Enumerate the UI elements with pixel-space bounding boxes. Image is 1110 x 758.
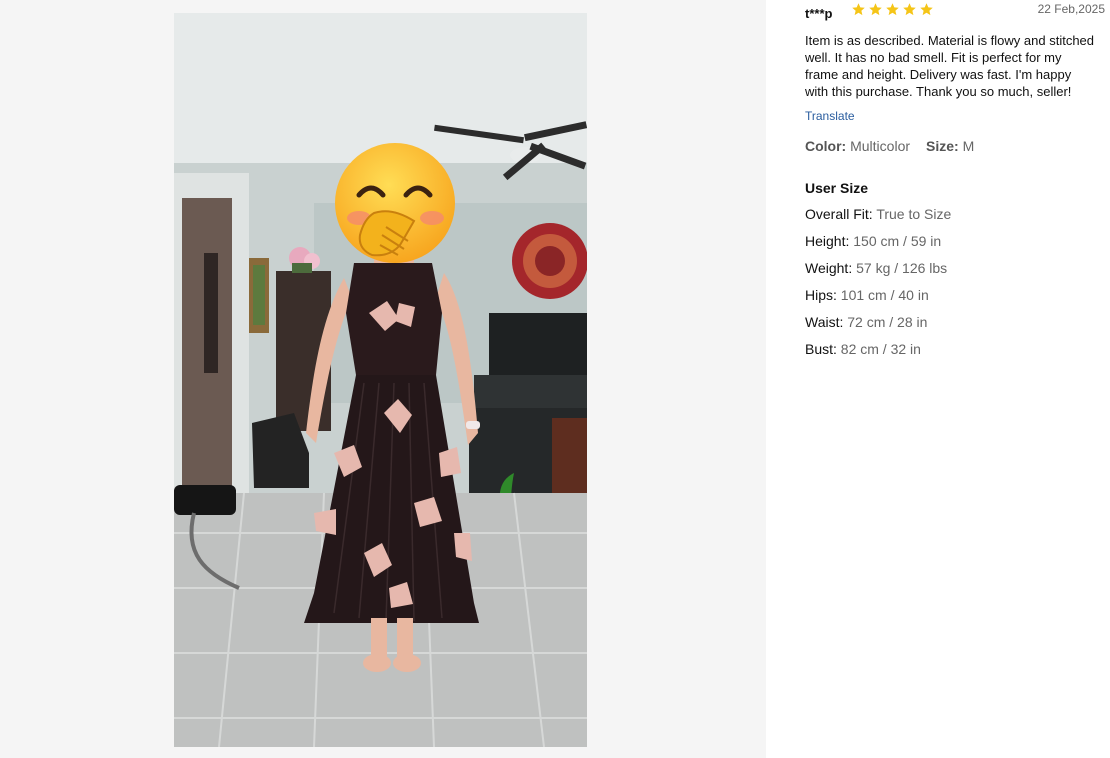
- size-row-value: 82 cm / 32 in: [840, 341, 921, 357]
- size-row-label: Hips:: [805, 287, 837, 303]
- size-row-label: Height:: [805, 233, 850, 249]
- size-row-value: 101 cm / 40 in: [840, 287, 929, 303]
- size-row-label: Overall Fit:: [805, 206, 873, 222]
- size-value: M: [962, 138, 975, 154]
- translate-link[interactable]: Translate: [805, 109, 855, 123]
- size-row-bust: Bust: 82 cm / 32 in: [805, 340, 1105, 358]
- review-panel: t***p 22 Feb,2025 Item is as described. …: [805, 0, 1105, 758]
- star-icon: [920, 3, 933, 16]
- size-row-overall-fit: Overall Fit: True to Size: [805, 205, 1105, 223]
- size-row-label: Bust:: [805, 341, 837, 357]
- size-row-hips: Hips: 101 cm / 40 in: [805, 286, 1105, 304]
- color-value: Multicolor: [850, 138, 911, 154]
- size-row-weight: Weight: 57 kg / 126 lbs: [805, 259, 1105, 277]
- star-icon: [886, 3, 899, 16]
- size-attribute: Size: M: [926, 138, 974, 154]
- face-covering-emoji-icon: [335, 143, 455, 263]
- reviewer-name: t***p: [805, 6, 833, 21]
- review-text: Item is as described. Material is flowy …: [805, 33, 1095, 99]
- size-label: Size:: [926, 138, 959, 154]
- review-header: t***p 22 Feb,2025: [805, 0, 1105, 26]
- review-date: 22 Feb,2025: [1037, 2, 1105, 16]
- star-rating: [851, 2, 934, 17]
- size-row-waist: Waist: 72 cm / 28 in: [805, 313, 1105, 331]
- size-row-label: Waist:: [805, 314, 844, 330]
- star-icon: [903, 3, 916, 16]
- size-row-value: 150 cm / 59 in: [853, 233, 942, 249]
- user-size-title: User Size: [805, 180, 869, 196]
- color-label: Color:: [805, 138, 847, 154]
- star-icon: [869, 3, 882, 16]
- color-attribute: Color: Multicolor: [805, 138, 910, 154]
- size-row-value: 57 kg / 126 lbs: [856, 260, 948, 276]
- photo-gallery: [0, 0, 766, 758]
- review-photo[interactable]: [174, 13, 587, 747]
- size-row-value: 72 cm / 28 in: [847, 314, 928, 330]
- purchase-attributes: Color: Multicolor Size: M: [805, 138, 1105, 154]
- size-row-value: True to Size: [876, 206, 952, 222]
- size-row-label: Weight:: [805, 260, 853, 276]
- star-icon: [852, 3, 865, 16]
- size-row-height: Height: 150 cm / 59 in: [805, 232, 1105, 250]
